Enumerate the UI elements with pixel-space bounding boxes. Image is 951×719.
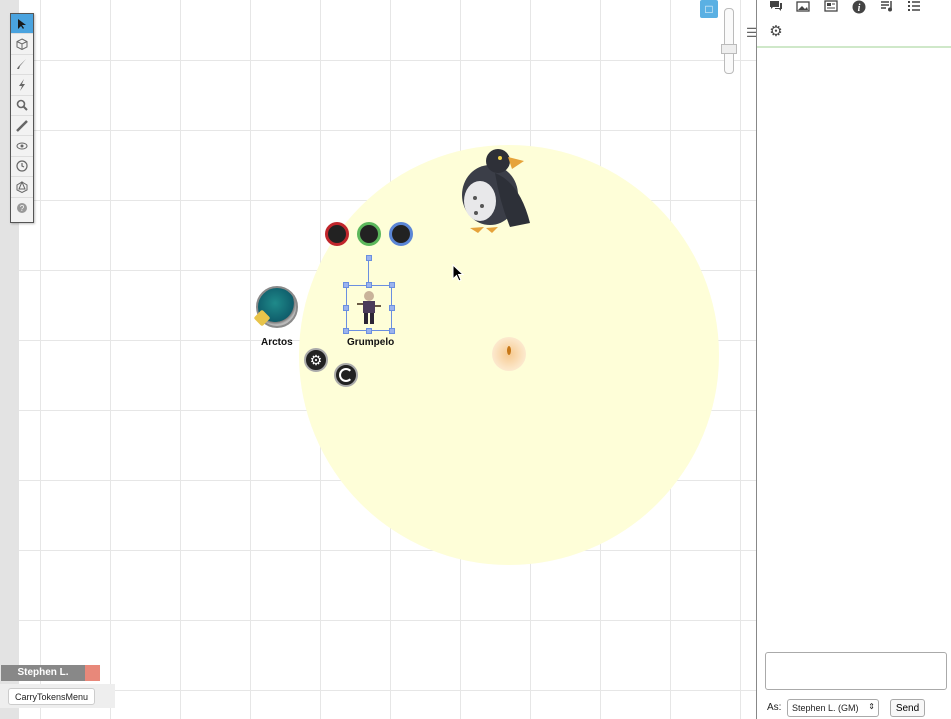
measure-tool[interactable]	[11, 116, 33, 137]
hamburger-icon[interactable]: ☰	[746, 25, 756, 41]
compendium-icon[interactable]: i	[851, 0, 867, 16]
resize-handle[interactable]	[366, 328, 372, 334]
grumpelo-token[interactable]	[354, 288, 384, 328]
bar1-bubble[interactable]	[325, 222, 349, 246]
brush-icon	[17, 59, 26, 70]
turn-tracker-tool[interactable]	[11, 157, 33, 178]
speaking-as-value: Stephen L. (GM)	[792, 703, 859, 713]
select-tool[interactable]	[11, 14, 33, 35]
object-tool[interactable]	[11, 34, 33, 55]
bar2-bubble[interactable]	[357, 222, 381, 246]
art-library-icon[interactable]	[795, 0, 811, 16]
resize-handle[interactable]	[343, 282, 349, 288]
d20-icon	[16, 180, 28, 193]
zoom-slider-thumb[interactable]	[721, 44, 737, 54]
svg-text:i: i	[858, 3, 861, 14]
svg-text:?: ?	[20, 204, 25, 213]
player-name-bar[interactable]: Stephen L.	[1, 665, 85, 681]
right-sidebar: i ⚙ As: Stephen L. (GM) ⇕ Send	[756, 0, 951, 719]
chat-icon[interactable]	[768, 0, 784, 16]
select-arrows-icon: ⇕	[868, 702, 875, 711]
ruler-icon	[16, 119, 28, 132]
help-tool[interactable]: ?	[11, 198, 33, 218]
speaking-as-label: As:	[767, 702, 782, 713]
cursor-icon	[18, 18, 26, 29]
speaking-as-select[interactable]: Stephen L. (GM) ⇕	[787, 699, 879, 717]
help-icon: ?	[17, 202, 27, 213]
eagle-token[interactable]	[440, 143, 536, 237]
grumpelo-label: Grumpelo	[347, 337, 395, 348]
dice-tool[interactable]	[11, 177, 33, 198]
journal-icon[interactable]	[823, 0, 839, 16]
clock-icon	[16, 160, 28, 173]
macro-button[interactable]: CarryTokensMenu	[8, 688, 95, 705]
page-toolbar-toggle[interactable]: □	[700, 0, 718, 18]
resize-handle[interactable]	[343, 328, 349, 334]
fx-tool[interactable]	[11, 75, 33, 96]
lightning-icon	[19, 78, 25, 91]
page-icon: □	[705, 2, 713, 16]
draw-tool[interactable]	[11, 55, 33, 76]
eye-icon	[16, 142, 28, 150]
sidebar-tab-bar: i ⚙	[757, 0, 951, 48]
jukebox-icon[interactable]	[879, 0, 895, 16]
mouse-cursor	[452, 264, 464, 282]
token-settings-button[interactable]: ⚙	[304, 348, 328, 372]
token-layer-button[interactable]	[334, 363, 358, 387]
spiral-icon	[339, 368, 353, 382]
player-color-swatch[interactable]	[85, 665, 100, 681]
collection-icon[interactable]	[906, 0, 922, 16]
arctos-label: Arctos	[261, 337, 293, 348]
settings-icon[interactable]: ⚙	[768, 24, 784, 40]
cube-icon	[16, 38, 28, 51]
resize-handle[interactable]	[389, 305, 395, 311]
resize-handle[interactable]	[389, 328, 395, 334]
flame-icon	[507, 346, 511, 355]
bar3-bubble[interactable]	[389, 222, 413, 246]
resize-handle[interactable]	[389, 282, 395, 288]
zoom-slider[interactable]	[724, 8, 734, 74]
map-canvas[interactable]: Arctos Grumpelo ⚙ □ ☰	[0, 0, 756, 719]
resize-handle[interactable]	[343, 305, 349, 311]
fog-tool[interactable]	[11, 136, 33, 157]
chat-input[interactable]	[765, 652, 947, 690]
tool-palette: ?	[10, 13, 34, 223]
gear-icon: ⚙	[309, 351, 323, 368]
send-button[interactable]: Send	[890, 699, 925, 717]
rotate-handle[interactable]	[366, 255, 372, 261]
magnifier-icon	[16, 99, 28, 111]
zoom-tool[interactable]	[11, 96, 33, 116]
